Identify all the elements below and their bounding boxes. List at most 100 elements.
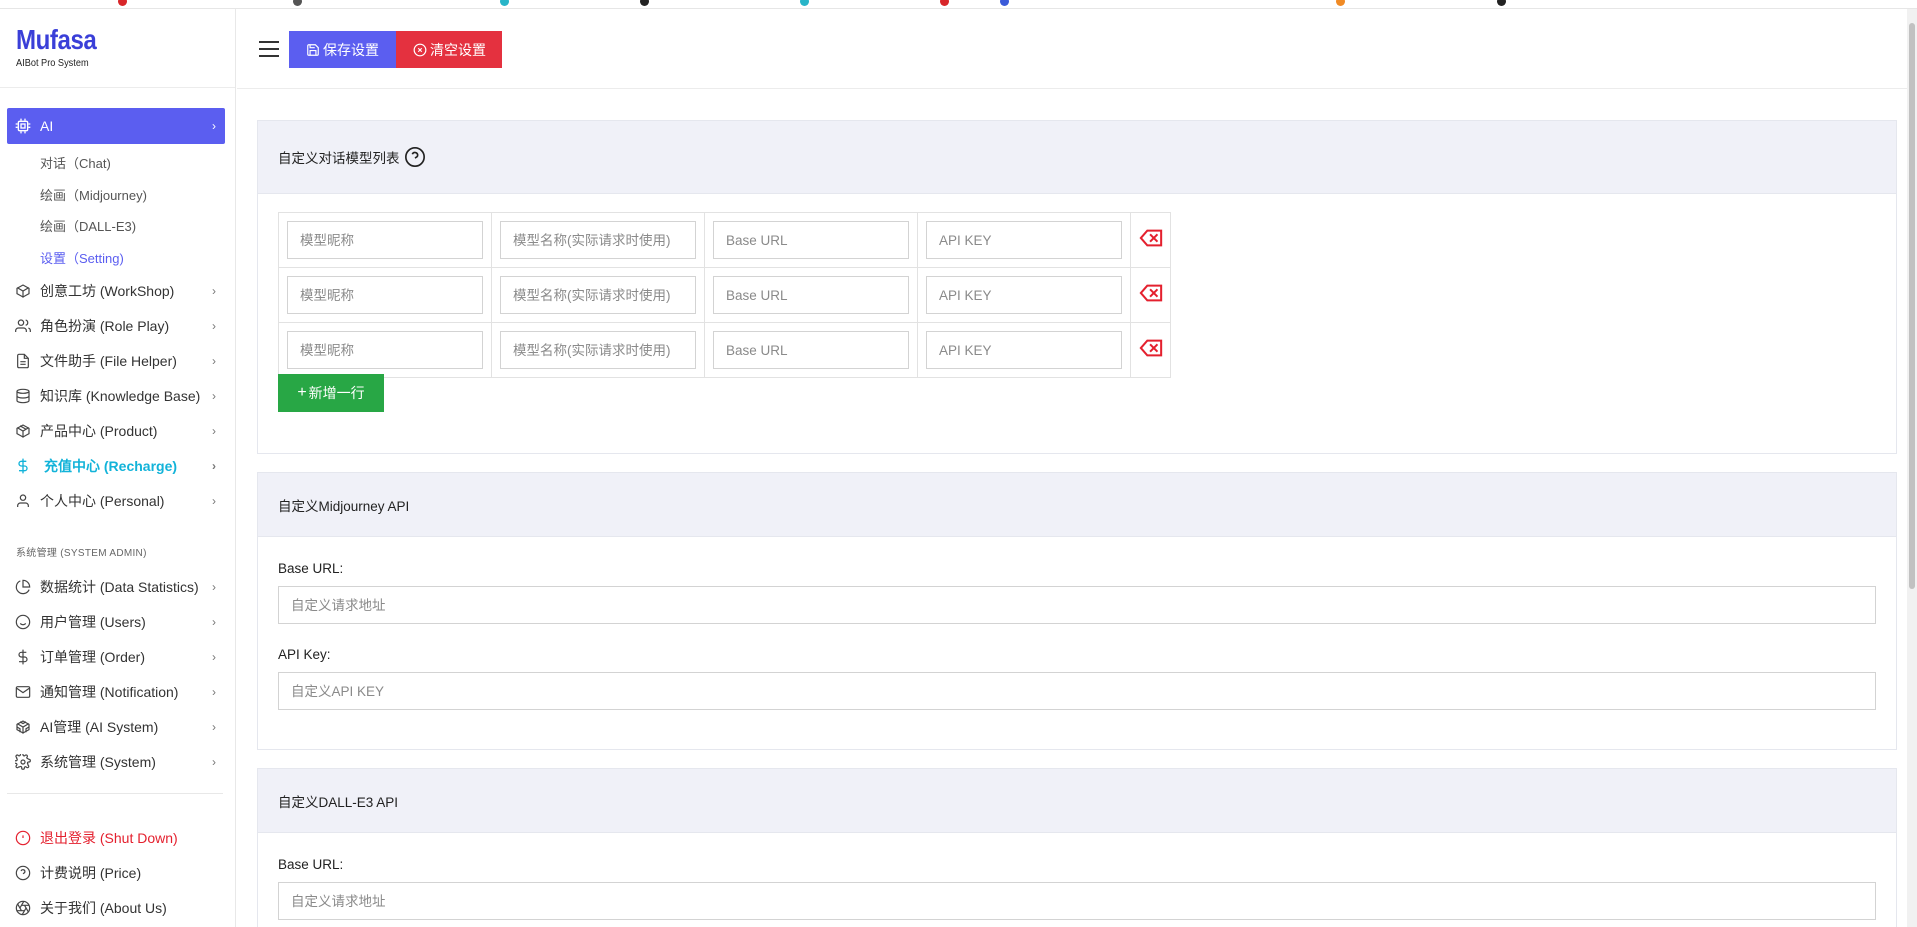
nav-sub-midjourney[interactable]: 绘画（Midjourney): [0, 179, 235, 211]
model-nickname-input[interactable]: [287, 276, 483, 314]
nav-item-label: 系统管理 (System): [40, 753, 156, 770]
cpu-icon: [15, 118, 31, 134]
model-nickname-input[interactable]: [287, 331, 483, 369]
dollar-icon: [15, 649, 31, 665]
nav-item-notification[interactable]: 通知管理 (Notification) ›: [7, 674, 225, 709]
chevron-right-icon: ›: [212, 318, 216, 333]
mj-api-key-input[interactable]: [278, 672, 1876, 710]
nav-item-system[interactable]: 系统管理 (System) ›: [7, 744, 225, 779]
chevron-right-icon: ›: [212, 684, 216, 699]
model-api-key-input[interactable]: [926, 331, 1122, 369]
add-row-button[interactable]: + 新增一行: [278, 374, 384, 412]
nav-item-label: 角色扮演 (Role Play): [40, 317, 170, 334]
dalle-base-url-input[interactable]: [278, 882, 1876, 920]
nav-sub-chat[interactable]: 对话（Chat): [0, 147, 235, 179]
nav-item-label: 通知管理 (Notification): [40, 683, 179, 700]
card-header: 自定义DALL-E3 API: [258, 769, 1896, 833]
nav-item-label: 文件助手 (File Helper): [40, 352, 177, 369]
nav-item-label: 创意工坊 (WorkShop): [40, 282, 175, 299]
page-scrollbar[interactable]: [1907, 9, 1917, 927]
nav-item-ai-system[interactable]: AI管理 (AI System) ›: [7, 709, 225, 744]
mj-base-url-input[interactable]: [278, 586, 1876, 624]
model-base-url-input[interactable]: [713, 276, 909, 314]
nav-item-users[interactable]: 用户管理 (Users) ›: [7, 604, 225, 639]
nav-item-personal[interactable]: 个人中心 (Personal) ›: [7, 483, 225, 518]
nav-item-label: 退出登录 (Shut Down): [40, 829, 178, 846]
save-settings-button[interactable]: 保存设置: [289, 31, 396, 68]
browser-bookmark-bar: [0, 0, 1917, 9]
card-title: 自定义Midjourney API: [278, 498, 410, 514]
plus-icon: +: [297, 384, 307, 401]
custom-models-card: 自定义对话模型列表 模型昵称 模型名称(实际请求时使用) Base URL AP…: [257, 120, 1897, 454]
nav-item-product[interactable]: 产品中心 (Product) ›: [7, 413, 225, 448]
topbar: 保存设置 清空设置: [237, 9, 1917, 89]
delete-row-icon[interactable]: [1138, 229, 1163, 252]
nav-item-shutdown[interactable]: 退出登录 (Shut Down): [7, 820, 225, 855]
delete-row-icon[interactable]: [1138, 339, 1163, 362]
nav-item-recharge[interactable]: 充值中心 (Recharge) ›: [7, 448, 225, 483]
nav-item-label: AI管理 (AI System): [40, 718, 159, 735]
menu-toggle-icon[interactable]: [259, 41, 279, 57]
package-icon: [15, 423, 31, 439]
model-base-url-input[interactable]: [713, 331, 909, 369]
dollar-icon: [15, 458, 31, 474]
delete-row-icon[interactable]: [1138, 284, 1163, 307]
add-row-label: 新增一行: [308, 385, 365, 401]
nav-item-order[interactable]: 订单管理 (Order) ›: [7, 639, 225, 674]
model-name-input[interactable]: [500, 276, 696, 314]
nav-item-label: 充值中心 (Recharge): [44, 457, 178, 474]
nav-item-roleplay[interactable]: 角色扮演 (Role Play) ›: [7, 308, 225, 343]
nav-item-label: 个人中心 (Personal): [40, 492, 165, 509]
model-api-key-input[interactable]: [926, 276, 1122, 314]
model-name-input[interactable]: [500, 331, 696, 369]
admin-section-label: 系统管理 (SYSTEM ADMIN): [16, 548, 147, 559]
nav-item-workshop[interactable]: 创意工坊 (WorkShop) ›: [7, 273, 225, 308]
chevron-right-icon: ›: [212, 493, 216, 508]
alert-circle-icon: [15, 830, 31, 846]
settings-icon: [15, 753, 31, 770]
codesandbox-icon: [15, 719, 31, 735]
x-circle-icon: [413, 43, 427, 57]
save-icon: [306, 43, 320, 57]
chevron-right-icon: ›: [212, 353, 216, 368]
nav-item-knowledge-base[interactable]: 知识库 (Knowledge Base) ›: [7, 378, 225, 413]
model-base-url-input[interactable]: [713, 221, 909, 259]
nav-item-price[interactable]: 计费说明 (Price): [7, 855, 225, 890]
nav-item-about[interactable]: 关于我们 (About Us): [7, 890, 225, 925]
help-circle-icon[interactable]: [404, 146, 426, 168]
nav-item-label: 计费说明 (Price): [40, 864, 142, 881]
file-icon: [15, 353, 31, 369]
midjourney-api-card: 自定义Midjourney API Base URL: API Key:: [257, 472, 1897, 750]
brand-title[interactable]: Mufasa: [16, 26, 204, 54]
chevron-right-icon: ›: [212, 283, 216, 298]
nav-item-label: 用户管理 (Users): [40, 613, 146, 630]
save-settings-label: 保存设置: [323, 41, 379, 58]
nav-item-label: 数据统计 (Data Statistics): [40, 578, 199, 595]
chevron-right-icon: ›: [212, 719, 216, 734]
help-circle-icon: [15, 865, 31, 881]
database-icon: [15, 388, 31, 404]
nav-item-ai[interactable]: AI ›: [7, 108, 225, 144]
model-name-input[interactable]: [500, 221, 696, 259]
nav-item-file-helper[interactable]: 文件助手 (File Helper) ›: [7, 343, 225, 378]
model-api-key-input[interactable]: [926, 221, 1122, 259]
models-table: [278, 212, 1171, 378]
clear-settings-button[interactable]: 清空设置: [396, 31, 502, 68]
api-key-label: API Key:: [278, 647, 331, 662]
nav-sub-setting[interactable]: 设置（Setting): [0, 242, 235, 274]
table-row: [278, 267, 1171, 323]
scrollbar-thumb[interactable]: [1909, 23, 1915, 589]
nav-sub-dalle[interactable]: 绘画（DALL-E3): [0, 210, 235, 242]
card-title: 自定义DALL-E3 API: [278, 794, 399, 810]
sidebar: Mufasa AIBot Pro System AI › 对话（Chat) 绘画…: [0, 9, 236, 927]
nav-item-label: AI: [40, 118, 54, 134]
main-content: 自定义对话模型列表 模型昵称 模型名称(实际请求时使用) Base URL AP…: [237, 90, 1907, 927]
brand: Mufasa AIBot Pro System: [0, 9, 235, 88]
base-url-label: Base URL:: [278, 561, 344, 576]
model-nickname-input[interactable]: [287, 221, 483, 259]
chevron-right-icon: ›: [212, 423, 216, 438]
chevron-right-icon: ›: [212, 119, 216, 133]
card-header: 自定义对话模型列表: [258, 121, 1896, 194]
nav-item-data-statistics[interactable]: 数据统计 (Data Statistics) ›: [7, 569, 225, 604]
pie-chart-icon: [15, 579, 31, 595]
